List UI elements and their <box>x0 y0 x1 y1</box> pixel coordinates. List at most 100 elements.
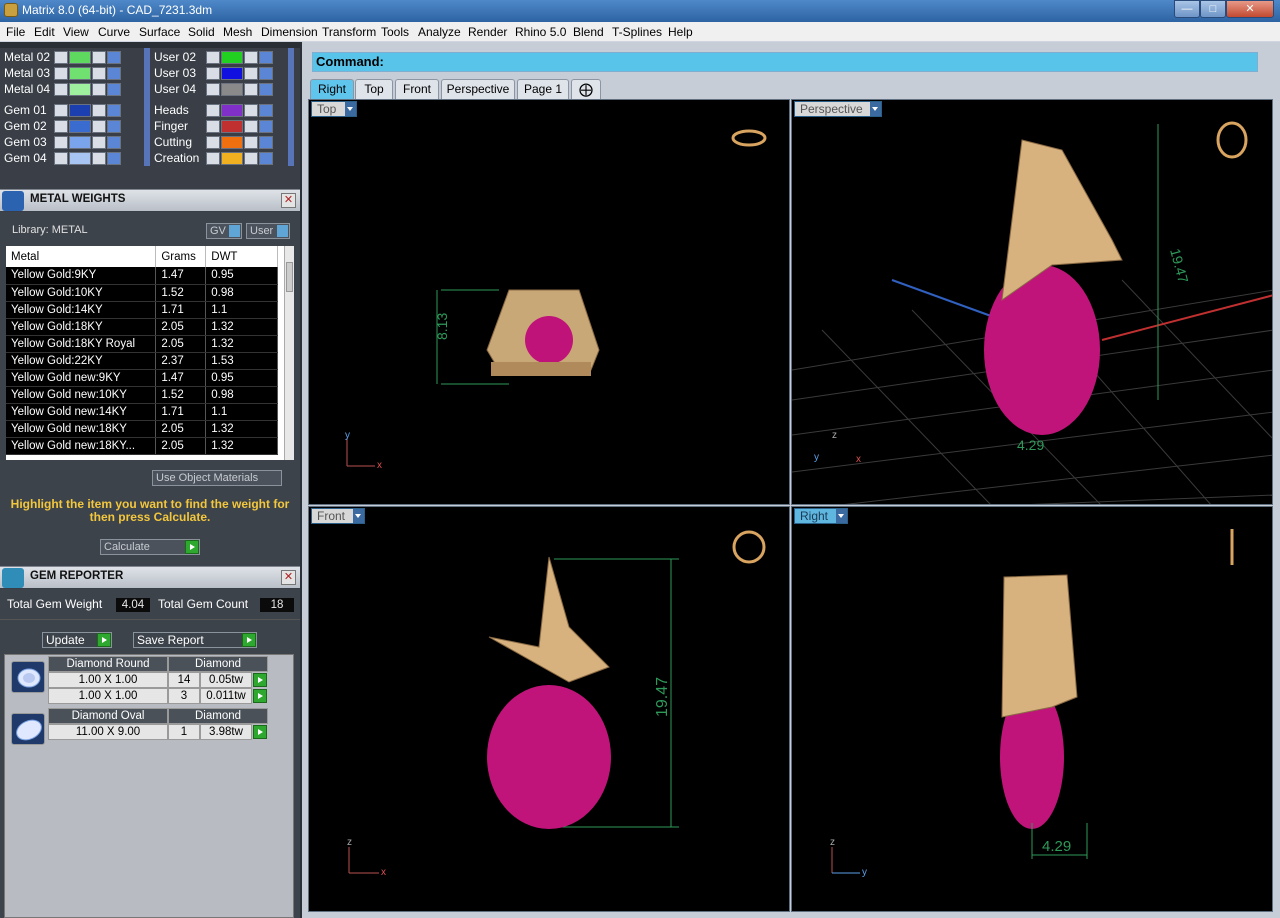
menu-help[interactable]: Help <box>668 25 693 39</box>
layer-expand-icon[interactable] <box>206 120 220 133</box>
layers-scrollbar[interactable] <box>288 48 294 166</box>
layer-lock-icon[interactable] <box>244 104 258 117</box>
close-gem-reporter-button[interactable]: ✕ <box>281 570 296 585</box>
viewport-top[interactable]: Top 8.13 y x <box>308 99 790 505</box>
layer-lock-icon[interactable] <box>92 67 106 80</box>
menu-edit[interactable]: Edit <box>34 25 55 39</box>
layer-color-swatch[interactable] <box>221 136 243 149</box>
metal-table-row[interactable]: Yellow Gold:18KY Royal 2.05 1.32 <box>6 335 278 353</box>
tab-top[interactable]: Top <box>355 79 393 99</box>
layer-lock-icon[interactable] <box>92 120 106 133</box>
layer-row[interactable]: Metal 03 <box>4 66 150 81</box>
layer-visibility-icon[interactable] <box>107 104 121 117</box>
layer-visibility-icon[interactable] <box>107 152 121 165</box>
layer-row[interactable]: Metal 04 <box>4 82 150 97</box>
layer-row[interactable]: Gem 01 <box>4 103 150 118</box>
metal-table-row[interactable]: Yellow Gold new:18KY 2.05 1.32 <box>6 420 278 438</box>
menu-surface[interactable]: Surface <box>139 25 180 39</box>
use-object-materials-toggle[interactable]: Use Object Materials <box>152 470 282 486</box>
maximize-button[interactable]: □ <box>1200 0 1226 18</box>
layer-expand-icon[interactable] <box>206 104 220 117</box>
metal-table-scrollbar[interactable] <box>284 246 294 460</box>
layer-color-swatch[interactable] <box>69 104 91 117</box>
gem-row-count[interactable]: 14 <box>168 672 200 688</box>
gem-row-arrow-icon[interactable] <box>253 673 267 687</box>
tab-perspective[interactable]: Perspective <box>441 79 515 99</box>
command-bar[interactable]: Command: <box>312 52 1258 72</box>
layer-row[interactable]: Gem 04 <box>4 151 150 166</box>
menu-dimension[interactable]: Dimension <box>261 25 318 39</box>
layer-lock-icon[interactable] <box>244 67 258 80</box>
layer-lock-icon[interactable] <box>244 51 258 64</box>
layer-expand-icon[interactable] <box>206 136 220 149</box>
gem-row-size[interactable]: 1.00 X 1.00 <box>48 688 168 704</box>
layer-color-swatch[interactable] <box>69 51 91 64</box>
layer-visibility-icon[interactable] <box>259 120 273 133</box>
col-metal[interactable]: Metal <box>6 246 157 267</box>
layer-color-swatch[interactable] <box>221 152 243 165</box>
metal-table-row[interactable]: Yellow Gold:14KY 1.71 1.1 <box>6 301 278 319</box>
layer-lock-icon[interactable] <box>244 152 258 165</box>
update-button[interactable]: Update <box>42 632 112 648</box>
layer-visibility-icon[interactable] <box>259 67 273 80</box>
tab-page1[interactable]: Page 1 <box>517 79 569 99</box>
layer-row[interactable]: Heads <box>154 103 294 118</box>
save-report-button[interactable]: Save Report <box>133 632 257 648</box>
menu-analyze[interactable]: Analyze <box>418 25 461 39</box>
gem-row-count[interactable]: 3 <box>168 688 200 704</box>
layer-visibility-icon[interactable] <box>259 136 273 149</box>
layer-lock-icon[interactable] <box>244 83 258 96</box>
menu-rhino[interactable]: Rhino 5.0 <box>515 25 566 39</box>
layer-color-swatch[interactable] <box>69 120 91 133</box>
gem-row-size[interactable]: 11.00 X 9.00 <box>48 724 168 740</box>
layer-row[interactable]: User 03 <box>154 66 294 81</box>
layer-color-swatch[interactable] <box>221 120 243 133</box>
layer-expand-icon[interactable] <box>54 51 68 64</box>
layer-visibility-icon[interactable] <box>259 83 273 96</box>
gem-row-weight[interactable]: 0.05tw <box>200 672 252 688</box>
menu-render[interactable]: Render <box>468 25 507 39</box>
col-dwt[interactable]: DWT <box>205 246 278 267</box>
layer-row[interactable]: Cutting <box>154 135 294 150</box>
layer-row[interactable]: Creation <box>154 151 294 166</box>
layer-expand-icon[interactable] <box>54 67 68 80</box>
layer-visibility-icon[interactable] <box>107 83 121 96</box>
metal-table-row[interactable]: Yellow Gold new:14KY 1.71 1.1 <box>6 403 278 421</box>
layer-visibility-icon[interactable] <box>107 51 121 64</box>
layer-lock-icon[interactable] <box>92 104 106 117</box>
layer-expand-icon[interactable] <box>206 67 220 80</box>
layer-color-swatch[interactable] <box>221 67 243 80</box>
gem-row-weight[interactable]: 0.011tw <box>200 688 252 704</box>
layer-lock-icon[interactable] <box>92 152 106 165</box>
layer-color-swatch[interactable] <box>221 104 243 117</box>
layer-lock-icon[interactable] <box>244 120 258 133</box>
layer-visibility-icon[interactable] <box>259 152 273 165</box>
layer-color-swatch[interactable] <box>221 83 243 96</box>
layer-visibility-icon[interactable] <box>259 51 273 64</box>
layer-expand-icon[interactable] <box>206 83 220 96</box>
layer-color-swatch[interactable] <box>69 67 91 80</box>
layer-visibility-icon[interactable] <box>107 67 121 80</box>
menu-view[interactable]: View <box>63 25 89 39</box>
add-tab-button[interactable]: ⨁ <box>571 79 601 99</box>
menu-file[interactable]: File <box>6 25 25 39</box>
layer-expand-icon[interactable] <box>206 152 220 165</box>
layer-row[interactable]: Gem 03 <box>4 135 150 150</box>
layer-row[interactable]: User 02 <box>154 50 294 65</box>
menu-transform[interactable]: Transform <box>322 25 376 39</box>
layer-color-swatch[interactable] <box>221 51 243 64</box>
layer-lock-icon[interactable] <box>92 136 106 149</box>
tab-front[interactable]: Front <box>395 79 439 99</box>
gem-row-count[interactable]: 1 <box>168 724 200 740</box>
close-window-button[interactable]: ✕ <box>1226 0 1274 18</box>
metal-table-row[interactable]: Yellow Gold:18KY 2.05 1.32 <box>6 318 278 336</box>
layer-expand-icon[interactable] <box>54 104 68 117</box>
menu-solid[interactable]: Solid <box>188 25 215 39</box>
viewport-perspective[interactable]: Perspective 19.47 4.29 z y x <box>791 99 1273 505</box>
menu-tsplines[interactable]: T-Splines <box>612 25 662 39</box>
layer-row[interactable]: Metal 02 <box>4 50 150 65</box>
layer-expand-icon[interactable] <box>54 120 68 133</box>
menu-tools[interactable]: Tools <box>381 25 409 39</box>
close-metal-weights-button[interactable]: ✕ <box>281 193 296 208</box>
metal-table-row[interactable]: Yellow Gold new:18KY... 2.05 1.32 <box>6 437 278 455</box>
